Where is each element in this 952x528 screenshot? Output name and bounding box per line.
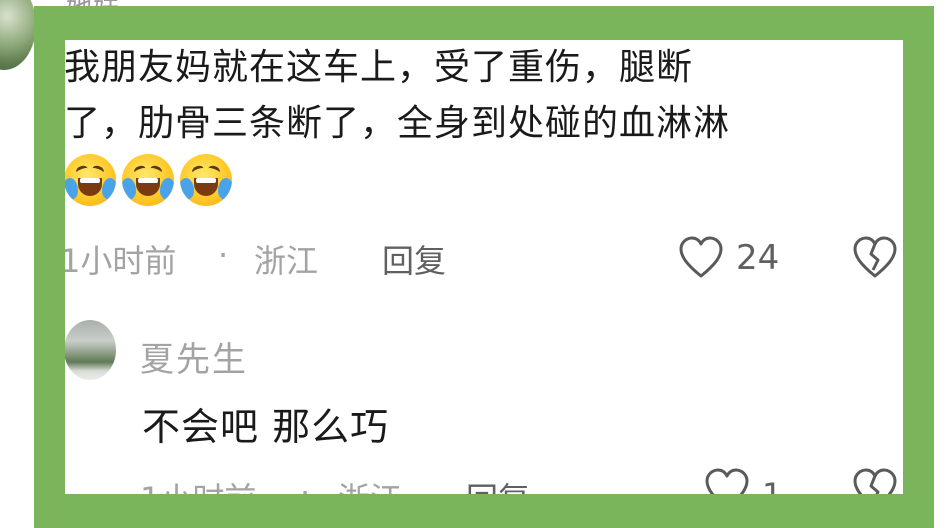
- comment-location: 浙江: [254, 242, 319, 280]
- like-count: 24: [736, 238, 780, 278]
- comment-text: 不会吧 那么巧: [142, 405, 390, 449]
- comment-text-line: 我朋友妈就在这车上，受了重伤，腿断: [64, 47, 694, 88]
- meta-separator: ·: [218, 236, 229, 274]
- frame-border-right: [903, 6, 934, 528]
- comment-author-name[interactable]: 夏先生: [140, 332, 248, 381]
- broken-heart-icon[interactable]: [852, 236, 898, 280]
- laughing-crying-emoji-icon: [64, 154, 116, 206]
- frame-border-bottom: [34, 494, 934, 528]
- avatar[interactable]: [64, 320, 116, 380]
- comment-timestamp: 1小时前: [60, 242, 177, 280]
- reply-button[interactable]: 回复: [382, 236, 446, 282]
- frame-border-left: [34, 6, 65, 528]
- laughing-crying-emoji-icon: [122, 154, 174, 206]
- comment-thread-screenshot: 她妹 我朋友妈就在这车上，受了重伤，腿断 了，肋骨三条断了，全身到处碰的血淋淋 …: [0, 0, 952, 528]
- comment-text-line: 了，肋骨三条断了，全身到处碰的血淋淋: [64, 103, 731, 144]
- avatar[interactable]: [0, 0, 36, 70]
- comment-text: 我朋友妈就在这车上，受了重伤，腿断 了，肋骨三条断了，全身到处碰的血淋淋: [64, 40, 884, 152]
- emoji-row: [64, 154, 232, 206]
- laughing-crying-emoji-icon: [180, 154, 232, 206]
- heart-outline-icon[interactable]: [678, 236, 724, 280]
- frame-border-top: [34, 6, 934, 40]
